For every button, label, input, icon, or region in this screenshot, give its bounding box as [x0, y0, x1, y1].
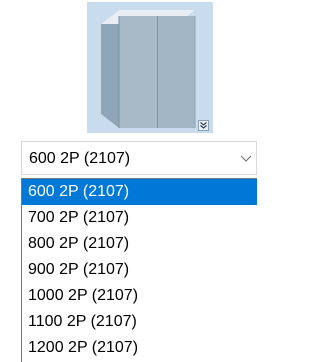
dropdown-option[interactable]: 1000 2P (2107)	[22, 283, 257, 309]
chevron-down-icon	[240, 155, 252, 162]
size-picker: 600 2P (2107) 600 2P (2107) 700 2P (2107…	[0, 0, 257, 362]
dropdown-option[interactable]: 1100 2P (2107)	[22, 309, 257, 335]
dropdown-option[interactable]: 900 2P (2107)	[22, 257, 257, 283]
size-combobox[interactable]: 600 2P (2107)	[21, 141, 257, 175]
dropdown-option[interactable]: 1200 2P (2107)	[22, 335, 257, 361]
expand-preview-button[interactable]	[198, 120, 209, 131]
combobox-value: 600 2P (2107)	[29, 150, 131, 167]
dropdown-option[interactable]: 700 2P (2107)	[22, 205, 257, 231]
size-dropdown-list: 600 2P (2107) 700 2P (2107) 800 2P (2107…	[21, 178, 257, 362]
dropdown-option[interactable]: 800 2P (2107)	[22, 231, 257, 257]
cabinet-preview	[87, 2, 213, 133]
dropdown-option[interactable]: 600 2P (2107)	[22, 179, 257, 205]
double-chevron-down-icon	[200, 122, 207, 129]
cabinet-2-door-preview-icon	[101, 10, 196, 128]
